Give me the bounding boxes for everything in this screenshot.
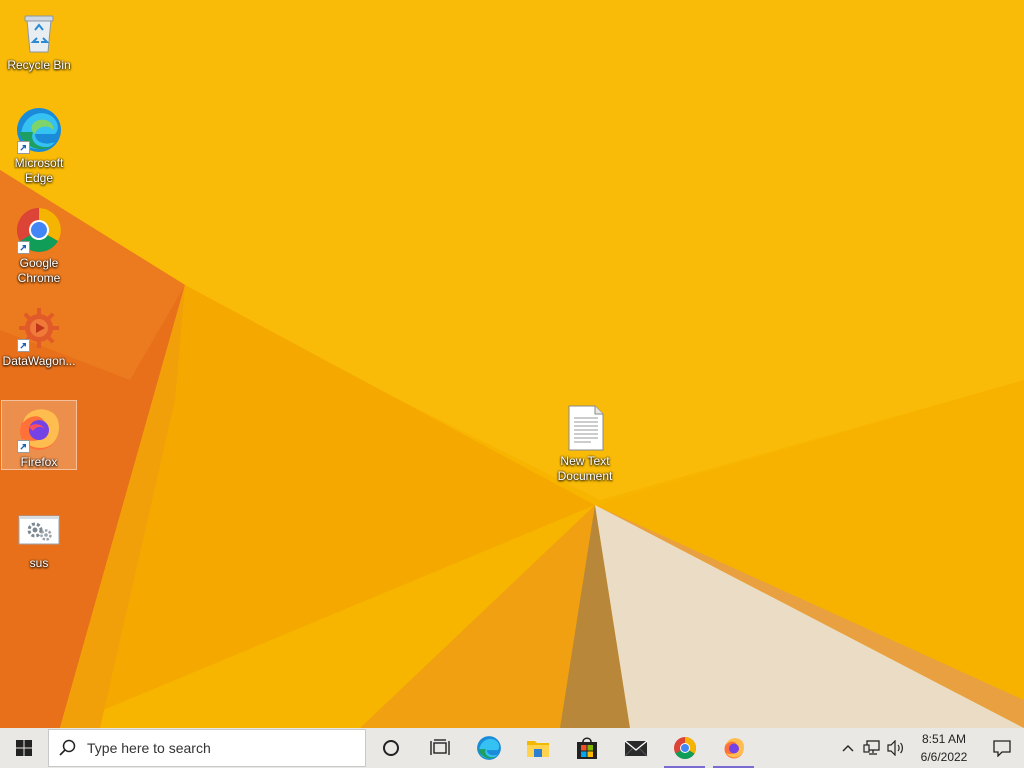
network-button[interactable]	[860, 728, 884, 768]
volume-button[interactable]	[884, 728, 908, 768]
desktop[interactable]: Recycle Bin Microsoft Edge Google Chrome…	[0, 0, 1024, 728]
desktop-icon-sus[interactable]: sus	[1, 502, 77, 571]
search-placeholder: Type here to search	[87, 740, 211, 756]
shortcut-arrow-icon	[17, 141, 30, 154]
edge-icon	[476, 736, 501, 760]
desktop-icon-chrome[interactable]: Google Chrome	[1, 202, 77, 286]
chevron-up-icon	[842, 745, 854, 752]
clock-time: 8:51 AM	[921, 732, 967, 746]
search-icon	[59, 739, 76, 756]
desktop-icon-label: Recycle Bin	[7, 58, 71, 72]
mail-icon	[624, 740, 647, 757]
system-tray: 8:51 AM 6/6/2022	[836, 728, 1024, 768]
text-document-icon	[561, 404, 609, 452]
folder-icon	[526, 741, 549, 757]
task-view-icon	[429, 739, 450, 755]
network-icon	[863, 740, 880, 755]
desktop-icon-label: New Text Document	[557, 454, 613, 483]
desktop-icon-firefox[interactable]: Firefox	[1, 400, 77, 470]
taskbar-edge-button[interactable]	[464, 728, 513, 768]
settings-file-icon	[15, 506, 63, 554]
wallpaper	[0, 0, 1024, 728]
volume-icon	[887, 740, 903, 756]
shortcut-arrow-icon	[17, 241, 30, 254]
datawagon-icon	[15, 304, 63, 352]
start-button[interactable]	[0, 728, 48, 768]
windows-logo-icon	[16, 740, 32, 756]
desktop-icon-new-text-document[interactable]: New Text Document	[547, 400, 623, 484]
taskbar-firefox-button[interactable]	[709, 728, 758, 768]
taskbar-file-explorer-button[interactable]	[513, 728, 562, 768]
task-view-button[interactable]	[415, 728, 464, 768]
desktop-icon-label: sus	[29, 556, 49, 570]
clock[interactable]: 8:51 AM 6/6/2022	[912, 730, 976, 766]
notification-icon	[993, 740, 1011, 757]
clock-date: 6/6/2022	[920, 750, 968, 764]
shortcut-arrow-icon	[17, 440, 30, 453]
firefox-icon	[15, 405, 63, 453]
chrome-icon	[673, 737, 696, 759]
taskbar: Type here to search 8:51 AM 6/6/2022	[0, 728, 1024, 768]
taskbar-chrome-button[interactable]	[660, 728, 709, 768]
edge-icon	[15, 106, 63, 154]
store-icon	[576, 737, 597, 759]
desktop-icon-label: Google Chrome	[17, 256, 61, 285]
taskbar-search-box[interactable]: Type here to search	[48, 729, 366, 767]
circle-icon	[382, 740, 399, 756]
taskbar-store-button[interactable]	[562, 728, 611, 768]
desktop-icon-label: DataWagon...	[2, 354, 76, 368]
shortcut-arrow-icon	[17, 339, 30, 352]
cortana-button[interactable]	[366, 728, 415, 768]
taskbar-mail-button[interactable]	[611, 728, 660, 768]
firefox-icon	[724, 738, 744, 759]
action-center-button[interactable]	[980, 728, 1024, 768]
show-hidden-icons-button[interactable]	[836, 728, 860, 768]
desktop-icon-recycle-bin[interactable]: Recycle Bin	[1, 4, 77, 73]
desktop-icon-label: Microsoft Edge	[14, 156, 64, 185]
desktop-icon-edge[interactable]: Microsoft Edge	[1, 102, 77, 186]
desktop-icon-label: Firefox	[20, 455, 58, 469]
chrome-icon	[15, 206, 63, 254]
recycle-bin-icon	[15, 8, 63, 56]
desktop-icon-datawagon[interactable]: DataWagon...	[1, 300, 77, 369]
